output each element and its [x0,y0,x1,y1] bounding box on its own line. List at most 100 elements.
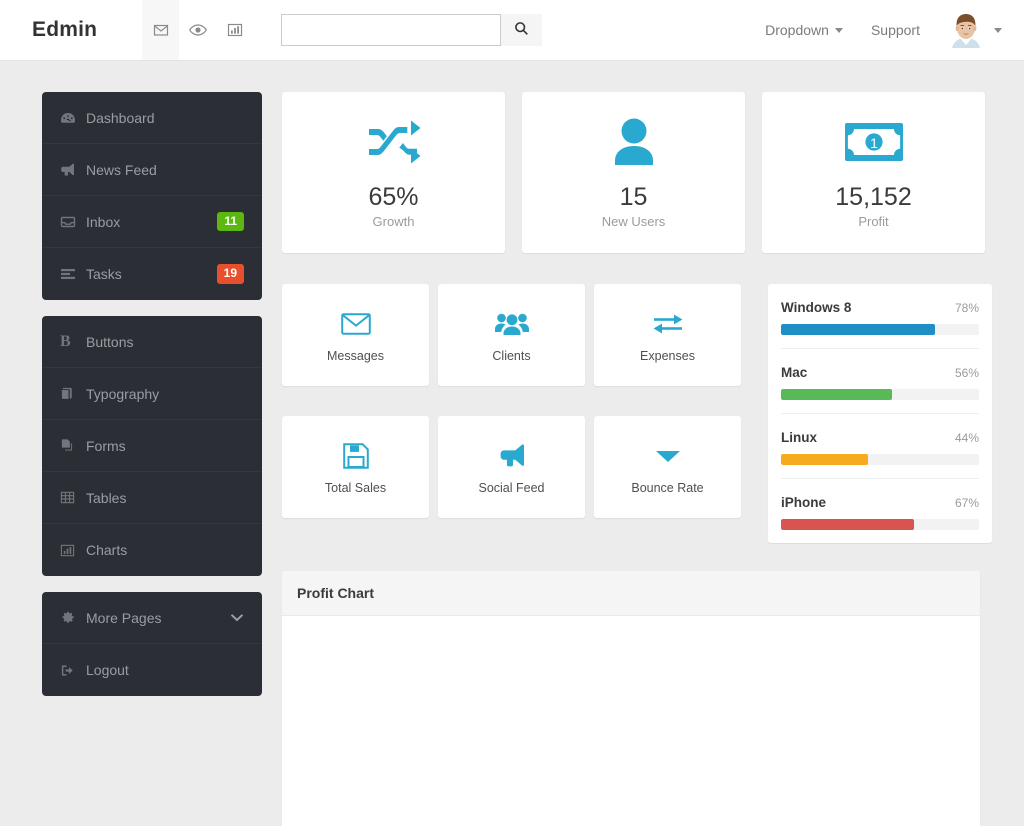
sign-out-icon [60,663,86,678]
tile-row: Total Sales Social Feed Bounce Rate [282,416,752,518]
status-badge: 11 [217,211,244,232]
sidebar-item-tasks[interactable]: Tasks 19 [42,248,262,300]
progress-fill [781,324,936,335]
stat-card-profit: 1 15,152 Profit [762,92,985,253]
panel-header: Profit Chart [282,571,980,616]
sidebar-item-typography[interactable]: Typography [42,368,262,420]
bar-chart-icon[interactable] [216,0,253,60]
sidebar-item-dashboard[interactable]: Dashboard [42,92,262,144]
app-logo[interactable]: Edmin [32,18,142,42]
tasks-icon [60,266,86,282]
dropdown-menu-trigger[interactable]: Dropdown [751,0,857,60]
money-bill-icon: 1 [844,116,903,168]
profit-chart-panel: Profit Chart [282,571,980,826]
progress-percent: 44% [954,431,979,445]
sidebar-item-label: More Pages [86,609,162,626]
tile-total-sales[interactable]: Total Sales [282,416,429,518]
sidebar-item-charts[interactable]: Charts [42,524,262,576]
progress-fill [781,389,892,400]
sidebar-item-buttons[interactable]: B Buttons [42,316,262,368]
progress-percent: 78% [954,301,979,315]
sidebar-item-more-pages[interactable]: More Pages [42,592,262,644]
floppy-save-icon [342,439,369,473]
header-icon-group [142,0,253,60]
top-header-bar: Edmin Dropdown Support [0,0,1024,61]
stat-card-new-users: 15 New Users [522,92,745,253]
support-link[interactable]: Support [857,0,934,60]
search-form [281,14,542,46]
shuffle-icon [367,116,421,168]
bold-b-icon: B [60,332,71,350]
sidebar-item-label: Dashboard [86,109,155,126]
caret-down-icon [655,439,681,473]
progress-label: Windows 8 [781,300,852,315]
sidebar-item-inbox[interactable]: Inbox 11 [42,196,262,248]
sidebar-item-logout[interactable]: Logout [42,644,262,696]
progress-track [781,324,979,335]
tile-label: Social Feed [478,481,545,495]
chevron-down-icon [834,27,843,33]
progress-header: iPhone 67% [781,495,979,510]
progress-percent: 67% [954,496,979,510]
user-menu-trigger[interactable] [934,0,1002,60]
bullhorn-icon [497,439,527,473]
sidebar-group-extra: More Pages Logout [42,592,262,696]
sidebar-item-label: Typography [86,385,160,402]
bar-chart-icon [60,543,86,558]
sidebar-item-label: Forms [86,437,126,454]
stat-label: New Users [601,214,666,230]
sidebar-item-label: News Feed [86,161,157,178]
progress-track [781,519,979,530]
sidebar-item-tables[interactable]: Tables [42,472,262,524]
lower-section: Messages Clients Expenses Total Sales So… [282,284,1024,543]
sidebar-item-news-feed[interactable]: News Feed [42,144,262,196]
progress-fill [781,454,869,465]
stat-label: Growth [372,214,415,230]
progress-header: Linux 44% [781,430,979,445]
tile-label: Clients [492,349,531,363]
svg-text:1: 1 [870,135,878,151]
sidebar-item-label: Buttons [86,333,134,350]
progress-item: iPhone 67% [781,479,979,543]
sidebar-item-label: Logout [86,662,129,678]
progress-item: Linux 44% [781,414,979,479]
tile-messages[interactable]: Messages [282,284,429,386]
sidebar-item-label: Inbox [86,213,121,230]
inbox-icon [60,214,86,230]
sidebar-item-forms[interactable]: Forms [42,420,262,472]
book-icon [60,386,86,401]
table-icon [60,490,86,505]
progress-track [781,389,979,400]
progress-header: Windows 8 78% [781,300,979,315]
bullhorn-icon [60,162,86,178]
progress-track [781,454,979,465]
search-input[interactable] [281,14,501,46]
exchange-icon [652,307,684,341]
tile-clients[interactable]: Clients [438,284,585,386]
stat-card-growth: 65% Growth [282,92,505,253]
stat-value: 15 [619,182,648,211]
chevron-down-icon [994,27,1002,33]
tile-social-feed[interactable]: Social Feed [438,416,585,518]
sidebar-item-label: Tasks [86,266,122,282]
stat-label: Profit [858,214,889,230]
header-right-nav: Dropdown Support [751,0,1002,60]
dropdown-label: Dropdown [765,22,829,38]
sidebar-item-label: Charts [86,542,128,558]
chevron-down-icon [230,610,244,625]
eye-icon[interactable] [179,0,216,60]
users-group-icon [494,307,529,341]
tile-label: Total Sales [324,481,387,495]
tile-row: Messages Clients Expenses [282,284,752,386]
search-button[interactable] [501,14,542,46]
tile-label: Messages [327,349,384,363]
progress-header: Mac 56% [781,365,979,380]
tile-label: Bounce Rate [631,481,704,495]
gear-icon [60,610,86,625]
envelope-icon[interactable] [142,0,179,60]
tile-bounce-rate[interactable]: Bounce Rate [594,416,741,518]
tile-grid: Messages Clients Expenses Total Sales So… [282,284,752,543]
search-icon [514,21,529,39]
copy-icon [60,438,86,453]
tile-expenses[interactable]: Expenses [594,284,741,386]
